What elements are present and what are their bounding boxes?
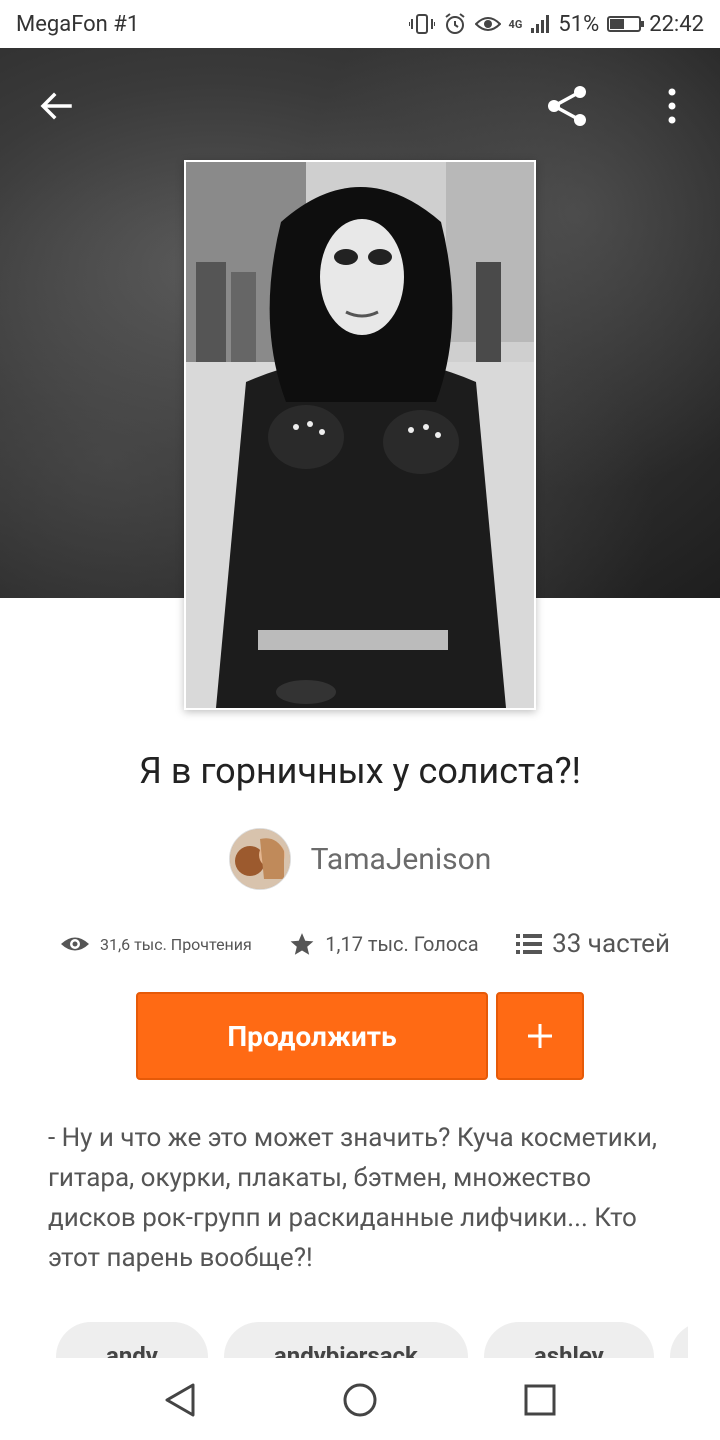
status-bar: MegaFon #1 4G 51% 22:42	[0, 0, 720, 48]
eye-icon	[474, 17, 501, 31]
cover-photo-illustration	[186, 162, 534, 708]
tag-chip[interactable]: andybiersack	[223, 1322, 468, 1358]
add-to-library-button[interactable]: +	[496, 992, 584, 1080]
plus-icon	[528, 1024, 552, 1048]
battery-icon	[607, 16, 645, 32]
author-row[interactable]: TamaJenison	[0, 828, 720, 890]
signal-icon	[531, 15, 550, 33]
tag-list: andy andybiersack ashley a	[56, 1322, 688, 1358]
nav-home-button[interactable]	[330, 1370, 390, 1430]
star-icon	[290, 933, 314, 955]
story-details-screen: MegaFon #1 4G 51% 22:42 Я в горничных у …	[0, 0, 720, 1440]
parts-count: 33 частей	[552, 929, 670, 959]
triangle-back-icon	[165, 1383, 195, 1417]
more-vertical-icon	[668, 88, 676, 124]
avatar[interactable]	[228, 828, 291, 890]
nav-recents-button[interactable]	[510, 1370, 570, 1430]
parts-stat[interactable]: 33 частей	[516, 929, 670, 959]
circle-home-icon	[343, 1383, 377, 1417]
reads-stat: 31,6 тыс. Прочтения	[60, 934, 252, 954]
votes-stat: 1,17 тыс. Голоса	[289, 931, 479, 957]
clock: 22:42	[649, 11, 704, 37]
share-icon	[548, 86, 586, 126]
more-button[interactable]	[644, 78, 700, 134]
carrier-label: MegaFon #1	[16, 11, 140, 37]
tag-chip[interactable]: ashley	[483, 1322, 654, 1358]
story-title: Я в горничных у солиста?!	[139, 750, 581, 792]
votes-count: 1,17 тыс. Голоса	[325, 932, 479, 956]
story-description: - Ну и что же это может значить? Куча ко…	[48, 1123, 657, 1273]
continue-reading-button[interactable]: Продолжить	[136, 992, 488, 1080]
status-icons: 4G 51% 22:42	[408, 11, 704, 37]
cover-image	[186, 162, 534, 708]
vibrate-icon	[408, 14, 435, 34]
battery-percent: 51%	[558, 11, 600, 37]
story-stats: 31,6 тыс. Прочтения 1,17 тыс. Голоса 33 …	[60, 924, 670, 964]
back-button[interactable]	[28, 78, 84, 134]
avatar-image	[229, 829, 290, 889]
author-name[interactable]: TamaJenison	[311, 842, 492, 877]
story-cover[interactable]	[184, 160, 536, 710]
arrow-left-icon	[40, 92, 72, 120]
reads-count: 31,6 тыс. Прочтения	[100, 934, 252, 954]
tag-chip[interactable]: andy	[56, 1322, 208, 1358]
tag-chip[interactable]: a	[669, 1322, 688, 1358]
network-type: 4G	[508, 17, 523, 31]
share-button[interactable]	[540, 78, 596, 134]
system-navigation-bar	[0, 1360, 720, 1440]
list-icon	[516, 934, 543, 954]
tags-scroller[interactable]: andy andybiersack ashley a	[56, 1322, 688, 1358]
square-recents-icon	[524, 1384, 556, 1416]
alarm-icon	[444, 13, 465, 34]
eye-icon	[61, 937, 89, 951]
nav-back-button[interactable]	[150, 1370, 210, 1430]
